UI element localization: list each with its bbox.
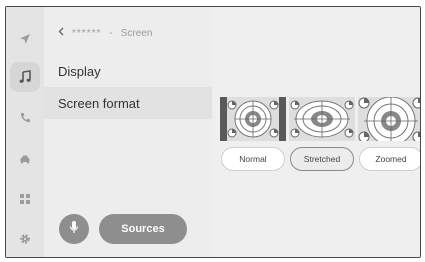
music-icon[interactable] (10, 62, 40, 92)
preview-stretched (289, 97, 355, 141)
back-chevron-icon[interactable] (58, 27, 64, 39)
menu-item-screen-format[interactable]: Screen format (44, 87, 212, 119)
screen-frame: ****** - Screen Display Screen format No… (5, 6, 421, 258)
zoomed-format-button[interactable]: Zoomed (359, 147, 420, 171)
breadcrumb: ****** - Screen (58, 27, 152, 39)
side-rail (6, 7, 44, 257)
breadcrumb-separator: - (109, 27, 113, 39)
car-icon[interactable] (15, 149, 35, 169)
normal-format-button[interactable]: Normal (221, 147, 285, 171)
apps-icon[interactable] (15, 189, 35, 209)
breadcrumb-parent[interactable]: ****** (72, 28, 101, 39)
navigation-icon[interactable] (15, 29, 35, 49)
preview-zoomed (358, 96, 420, 146)
preview-normal (220, 97, 286, 141)
format-content: Normal Stretched Zoomed (212, 7, 420, 257)
sources-button[interactable]: Sources (99, 214, 187, 244)
phone-icon[interactable] (15, 108, 35, 128)
settings-icon[interactable] (15, 229, 35, 249)
breadcrumb-current: Screen (120, 27, 153, 39)
menu-item-display[interactable]: Display (44, 55, 212, 87)
voice-button[interactable] (59, 214, 89, 244)
microphone-icon (69, 220, 79, 239)
stretched-format-button[interactable]: Stretched (290, 147, 354, 171)
